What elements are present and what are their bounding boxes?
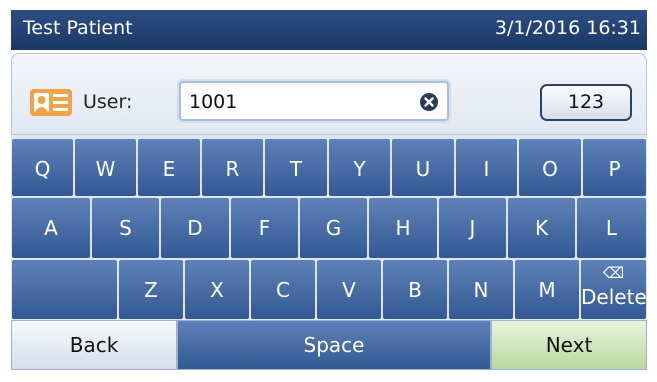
key-t[interactable]: T xyxy=(264,138,328,197)
user-id-value: 1001 xyxy=(189,91,238,113)
user-id-input[interactable]: 1001 xyxy=(179,81,449,121)
key-k[interactable]: K xyxy=(507,197,576,259)
key-a[interactable]: A xyxy=(11,197,91,259)
next-button[interactable]: Next xyxy=(491,320,647,370)
key-x[interactable]: X xyxy=(184,259,250,320)
key-o[interactable]: O xyxy=(518,138,582,197)
key-q[interactable]: Q xyxy=(11,138,74,197)
key-s[interactable]: S xyxy=(91,197,160,259)
clear-x-icon[interactable] xyxy=(420,93,438,111)
key-w[interactable]: W xyxy=(74,138,137,197)
key-m[interactable]: M xyxy=(514,259,580,320)
back-button[interactable]: Back xyxy=(11,320,177,370)
key-c[interactable]: C xyxy=(250,259,316,320)
key-f[interactable]: F xyxy=(230,197,299,259)
key-j[interactable]: J xyxy=(438,197,507,259)
key-g[interactable]: G xyxy=(299,197,368,259)
patient-name: Test Patient xyxy=(23,17,133,39)
key-u[interactable]: U xyxy=(391,138,455,197)
user-label: User: xyxy=(83,91,133,113)
title-bar: Test Patient 3/1/2016 16:31 xyxy=(11,10,647,50)
key-p[interactable]: P xyxy=(582,138,647,197)
delete-key[interactable]: ⌫ Delete xyxy=(580,259,647,320)
key-h[interactable]: H xyxy=(368,197,438,259)
user-entry-panel: User: 1001 123 xyxy=(11,53,647,135)
numeric-mode-button[interactable]: 123 xyxy=(540,84,632,121)
key-blank-spacer[interactable] xyxy=(11,259,118,320)
key-d[interactable]: D xyxy=(160,197,230,259)
key-v[interactable]: V xyxy=(316,259,382,320)
key-b[interactable]: B xyxy=(382,259,448,320)
bottom-action-bar: Back Space Next xyxy=(11,320,647,370)
key-l[interactable]: L xyxy=(576,197,647,259)
key-i[interactable]: I xyxy=(455,138,518,197)
device-screen: Test Patient 3/1/2016 16:31 User: 1001 1… xyxy=(11,10,647,370)
delete-label: Delete xyxy=(581,285,647,309)
space-key[interactable]: Space xyxy=(177,320,491,370)
key-z[interactable]: Z xyxy=(118,259,184,320)
key-y[interactable]: Y xyxy=(328,138,391,197)
id-card-icon xyxy=(30,89,72,116)
key-r[interactable]: R xyxy=(201,138,264,197)
key-e[interactable]: E xyxy=(137,138,201,197)
key-n[interactable]: N xyxy=(448,259,514,320)
on-screen-keyboard: Q W E R T Y U I O P A S D F G H J K L Z … xyxy=(11,135,647,320)
date-time: 3/1/2016 16:31 xyxy=(494,17,641,39)
backspace-icon: ⌫ xyxy=(602,264,625,282)
